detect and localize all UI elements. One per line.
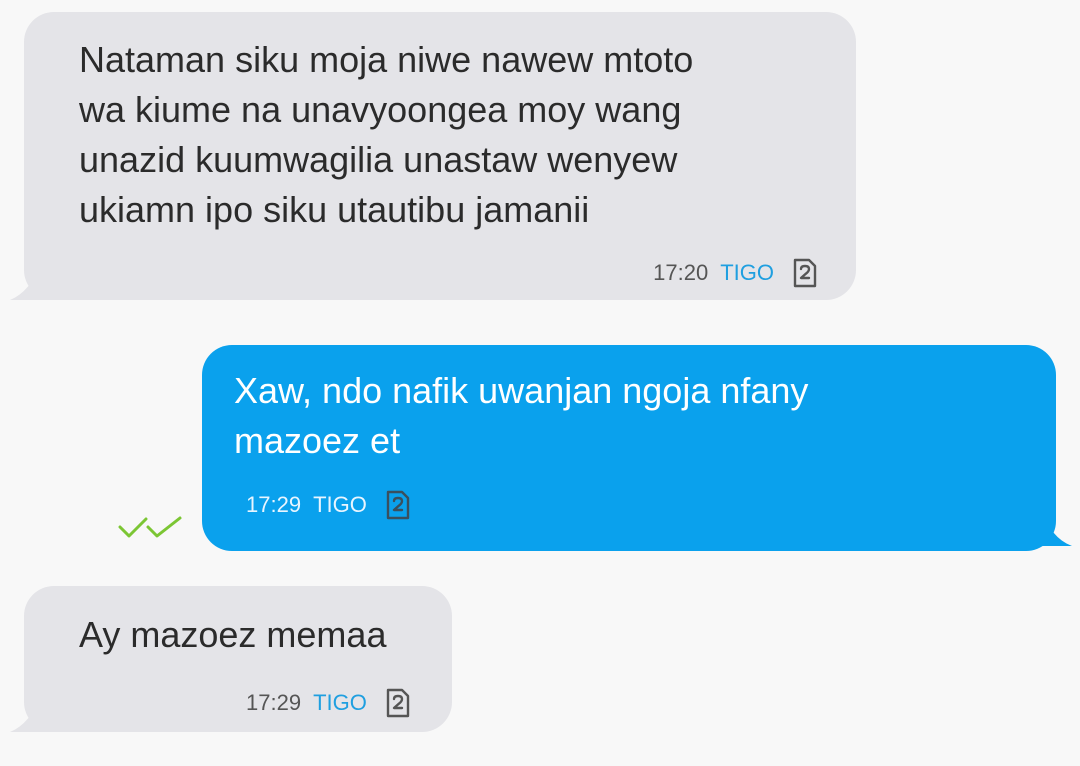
message-meta: 17:29 TIGO — [246, 490, 411, 520]
message-text: Nataman siku moja niwe nawew mtoto wa ki… — [79, 39, 694, 230]
sim-2-icon — [385, 688, 411, 718]
message-timestamp: 17:20 — [653, 260, 709, 285]
message-text: Ay mazoez memaa — [79, 614, 387, 655]
message-timestamp: 17:29 — [246, 690, 302, 715]
message-bubble-incoming[interactable]: Nataman siku moja niwe nawew mtoto wa ki… — [24, 12, 856, 300]
sim-2-icon — [792, 258, 818, 288]
carrier-label: TIGO — [313, 690, 367, 715]
message-timestamp: 17:29 — [246, 492, 302, 517]
message-meta: 17:29 TIGO — [246, 688, 411, 718]
message-bubble-incoming[interactable]: Ay mazoez memaa 17:29 TIGO — [24, 586, 452, 732]
message-meta: 17:20 TIGO — [653, 258, 818, 288]
message-bubble-outgoing[interactable]: Xaw, ndo nafik uwanjan ngoja nfany mazoe… — [202, 345, 1056, 551]
sim-2-icon — [385, 490, 411, 520]
carrier-label: TIGO — [720, 260, 774, 285]
double-check-icon — [118, 516, 182, 538]
message-text: Xaw, ndo nafik uwanjan ngoja nfany mazoe… — [234, 370, 809, 461]
carrier-label: TIGO — [313, 492, 367, 517]
